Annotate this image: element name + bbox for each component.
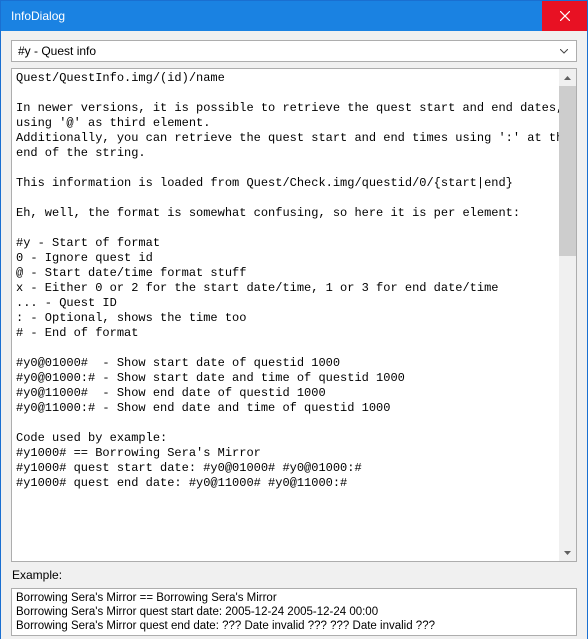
main-textarea[interactable]: Quest/QuestInfo.img/(id)/name In newer v… [11,68,577,562]
scroll-thumb[interactable] [559,86,576,256]
dropdown-selected-text: #y - Quest info [18,44,556,58]
info-dialog-window: InfoDialog #y - Quest info Quest/QuestIn… [0,0,588,639]
close-icon [560,11,570,21]
dialog-body: #y - Quest info Quest/QuestInfo.img/(id)… [1,31,587,639]
window-title: InfoDialog [11,9,542,23]
scroll-track[interactable] [559,86,576,544]
scroll-down-button[interactable] [559,544,576,561]
titlebar[interactable]: InfoDialog [1,1,587,31]
close-button[interactable] [542,1,587,31]
chevron-down-icon [564,551,571,555]
chevron-up-icon [564,76,571,80]
main-textarea-content: Quest/QuestInfo.img/(id)/name In newer v… [12,69,559,561]
example-textarea-content: Borrowing Sera's Mirror == Borrowing Ser… [12,589,576,635]
example-label: Example: [11,568,577,582]
scroll-up-button[interactable] [559,69,576,86]
vertical-scrollbar[interactable] [559,69,576,561]
chevron-down-icon [556,49,572,54]
format-selector-dropdown[interactable]: #y - Quest info [11,40,577,62]
example-textarea[interactable]: Borrowing Sera's Mirror == Borrowing Ser… [11,588,577,636]
